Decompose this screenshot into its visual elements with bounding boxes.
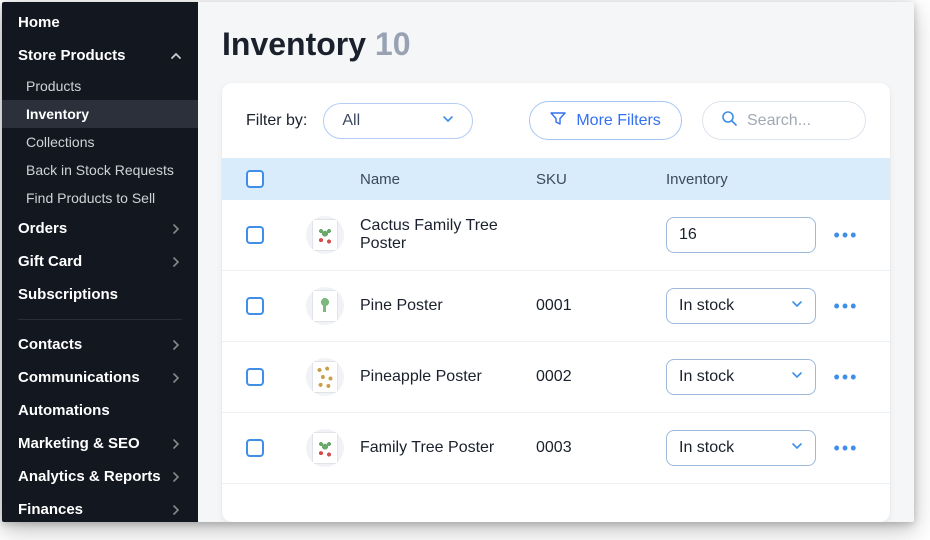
table-header: Name SKU Inventory	[222, 158, 890, 200]
col-sku: SKU	[536, 171, 666, 188]
inventory-select[interactable]: In stock	[666, 288, 816, 324]
product-thumbnail	[306, 216, 344, 254]
nav-contacts-label: Contacts	[18, 336, 82, 353]
nav-orders[interactable]: Orders	[2, 212, 198, 245]
chevron-up-icon	[170, 50, 182, 62]
nav-subscriptions[interactable]: Subscriptions	[2, 278, 198, 311]
col-name: Name	[360, 171, 536, 188]
chevron-down-icon	[442, 112, 454, 130]
col-inventory: Inventory	[666, 171, 826, 188]
table-row: Cactus Family Tree Poster 16 •••	[222, 200, 890, 271]
nav-home[interactable]: Home	[2, 2, 198, 39]
chevron-right-icon	[170, 339, 182, 351]
nav-marketing[interactable]: Marketing & SEO	[2, 427, 198, 460]
product-name[interactable]: Family Tree Poster	[360, 439, 536, 457]
nav-sub-inventory[interactable]: Inventory	[2, 100, 198, 128]
nav-gift-card-label: Gift Card	[18, 253, 82, 270]
product-sku: 0002	[536, 368, 666, 386]
nav-contacts[interactable]: Contacts	[2, 328, 198, 361]
chevron-right-icon	[170, 372, 182, 384]
product-thumbnail	[306, 358, 344, 396]
nav-sub-back-in-stock-requests[interactable]: Back in Stock Requests	[2, 156, 198, 184]
divider	[18, 319, 182, 320]
chevron-down-icon	[791, 439, 803, 457]
page-count: 10	[375, 26, 411, 62]
filter-label: Filter by:	[246, 112, 307, 130]
table-row: Family Tree Poster0003 In stock •••	[222, 413, 890, 484]
chevron-right-icon	[170, 438, 182, 450]
nav-store-products-label: Store Products	[18, 47, 126, 64]
table-row: Pine Poster0001 In stock •••	[222, 271, 890, 342]
chevron-down-icon	[791, 297, 803, 315]
more-actions-icon[interactable]: •••	[834, 296, 859, 317]
filter-select-value: All	[342, 112, 360, 130]
row-checkbox[interactable]	[246, 439, 264, 457]
inventory-value: In stock	[679, 297, 734, 315]
chevron-down-icon	[791, 368, 803, 386]
nav-communications[interactable]: Communications	[2, 361, 198, 394]
inventory-select[interactable]: In stock	[666, 359, 816, 395]
product-sku: 0001	[536, 297, 666, 315]
nav-analytics-label: Analytics & Reports	[18, 468, 161, 485]
nav-gift-card[interactable]: Gift Card	[2, 245, 198, 278]
select-all-checkbox[interactable]	[246, 170, 264, 188]
chevron-right-icon	[170, 471, 182, 483]
nav-orders-label: Orders	[18, 220, 67, 237]
main-content: Inventory 10 Filter by: All More Filters	[198, 2, 914, 522]
chevron-right-icon	[170, 256, 182, 268]
inventory-select[interactable]: In stock	[666, 430, 816, 466]
page-title: Inventory 10	[222, 26, 890, 63]
more-actions-icon[interactable]: •••	[834, 225, 859, 246]
product-name[interactable]: Pine Poster	[360, 297, 536, 315]
filter-bar: Filter by: All More Filters	[222, 83, 890, 158]
more-filters-label: More Filters	[576, 112, 660, 130]
search-icon	[721, 110, 737, 131]
nav-communications-label: Communications	[18, 369, 140, 386]
more-filters-button[interactable]: More Filters	[529, 101, 681, 140]
search-field[interactable]	[702, 101, 866, 140]
nav-finances[interactable]: Finances	[2, 493, 198, 522]
search-input[interactable]	[747, 112, 847, 130]
chevron-right-icon	[170, 504, 182, 516]
filter-select[interactable]: All	[323, 103, 473, 139]
nav-subscriptions-label: Subscriptions	[18, 286, 118, 303]
product-sku: 0003	[536, 439, 666, 457]
nav-marketing-label: Marketing & SEO	[18, 435, 140, 452]
inventory-value: In stock	[679, 368, 734, 386]
product-name[interactable]: Pineapple Poster	[360, 368, 536, 386]
nav-store-products[interactable]: Store Products	[2, 39, 198, 72]
inventory-value: 16	[679, 226, 697, 244]
row-checkbox[interactable]	[246, 226, 264, 244]
filter-icon	[550, 110, 566, 131]
sidebar: Home Store Products ProductsInventoryCol…	[2, 2, 198, 522]
product-thumbnail	[306, 287, 344, 325]
more-actions-icon[interactable]: •••	[834, 367, 859, 388]
product-name[interactable]: Cactus Family Tree Poster	[360, 217, 536, 253]
nav-finances-label: Finances	[18, 501, 83, 518]
page-title-text: Inventory	[222, 26, 366, 62]
inventory-card: Filter by: All More Filters	[222, 83, 890, 522]
nav-sub-products[interactable]: Products	[2, 72, 198, 100]
nav-automations[interactable]: Automations	[2, 394, 198, 427]
nav-home-label: Home	[18, 14, 60, 31]
more-actions-icon[interactable]: •••	[834, 438, 859, 459]
nav-sub-collections[interactable]: Collections	[2, 128, 198, 156]
row-checkbox[interactable]	[246, 297, 264, 315]
nav-automations-label: Automations	[18, 402, 110, 419]
chevron-right-icon	[170, 223, 182, 235]
nav-analytics[interactable]: Analytics & Reports	[2, 460, 198, 493]
product-thumbnail	[306, 429, 344, 467]
inventory-input[interactable]: 16	[666, 217, 816, 253]
inventory-value: In stock	[679, 439, 734, 457]
row-checkbox[interactable]	[246, 368, 264, 386]
table-row: Pineapple Poster0002 In stock •••	[222, 342, 890, 413]
nav-sub-find-products-to-sell[interactable]: Find Products to Sell	[2, 184, 198, 212]
